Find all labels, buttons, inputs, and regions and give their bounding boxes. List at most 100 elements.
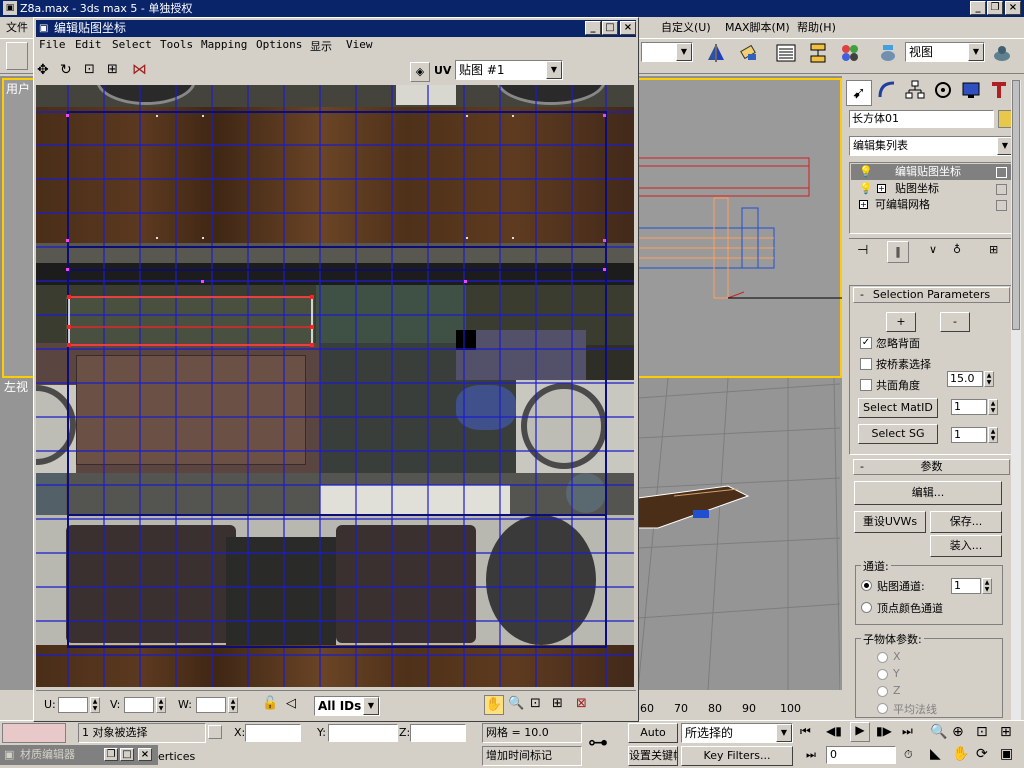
orbit-icon[interactable]: ⟳ [976, 746, 988, 762]
select-matid-button[interactable]: Select MatID [858, 398, 938, 418]
go-to-end-icon[interactable]: ⏭ [902, 724, 913, 739]
uv-menu-file[interactable]: File [39, 38, 66, 51]
zoom-extents-icon[interactable]: ⊞ [552, 696, 563, 711]
track-view-icon[interactable] [774, 42, 798, 66]
maximize-icon[interactable]: □ [602, 21, 618, 35]
spinner-arrows-icon[interactable]: ▲ ▼ [982, 578, 992, 594]
view-combo[interactable]: 视图 ▼ [905, 42, 985, 62]
remove-modifier-icon[interactable]: ♁ [953, 243, 961, 256]
axis-z-radio[interactable] [877, 686, 888, 697]
add-time-tag[interactable]: 增加时间标记 [482, 746, 582, 766]
expand-icon[interactable]: + [877, 184, 886, 193]
object-name-field[interactable]: 长方体01 [849, 110, 994, 128]
y-coord-field[interactable] [328, 724, 398, 742]
scale-icon[interactable]: ⊡ [84, 62, 95, 77]
uv-menu-mapping[interactable]: Mapping [201, 38, 247, 51]
timeline-ruler[interactable]: 60 70 80 90 100 [640, 690, 842, 718]
axis-y-radio[interactable] [877, 669, 888, 680]
render-scene-icon[interactable] [876, 42, 900, 66]
uv-menu-edit[interactable]: Edit [75, 38, 102, 51]
select-element-checkbox[interactable] [860, 358, 872, 370]
ignore-backface-checkbox[interactable]: ✓ [860, 337, 872, 349]
expand-icon[interactable]: + [859, 200, 868, 209]
toolbar-combo[interactable]: ▼ [641, 42, 693, 62]
move-icon[interactable]: ✥ [37, 62, 49, 78]
modifier-list-combo[interactable]: 编辑集列表 ▼ [849, 136, 1014, 156]
map-combo[interactable]: 贴图 #1 ▼ [455, 60, 563, 80]
create-tab-icon[interactable]: ➹ [846, 80, 872, 106]
utilities-tab-icon[interactable] [986, 80, 1012, 106]
vertex-color-radio[interactable] [861, 602, 872, 613]
key-filters-button[interactable]: Key Filters... [681, 746, 793, 766]
save-button[interactable]: 保存... [930, 511, 1002, 533]
uv-menu-options[interactable]: Options [256, 38, 302, 51]
viewport-label-user[interactable]: 用户 [6, 80, 30, 97]
minimize-icon[interactable]: _ [970, 1, 986, 15]
map-channel-spinner[interactable]: 1 [951, 578, 981, 594]
spinner-arrows-icon[interactable]: ▲ ▼ [988, 427, 998, 443]
prev-frame-icon[interactable]: ◀▮ [826, 724, 842, 738]
maxscript-listener[interactable] [2, 723, 66, 743]
minimize-icon[interactable]: _ [585, 21, 601, 35]
menu-file[interactable]: 文件 [6, 18, 28, 37]
fov-icon[interactable]: ◣ [930, 746, 941, 762]
schematic-view-icon[interactable] [806, 42, 830, 66]
grow-selection-button[interactable]: + [886, 312, 916, 332]
freeform-icon[interactable]: ⊞ [107, 62, 118, 77]
show-end-result-icon[interactable]: ‖ [887, 241, 909, 263]
spinner-arrows-icon[interactable]: ▲ ▼ [228, 697, 238, 713]
key-mode-icon[interactable]: ⊶ [588, 730, 608, 754]
restore-icon[interactable]: ❐ [987, 1, 1003, 15]
play-icon[interactable]: ▶ [850, 722, 870, 742]
maximize-icon[interactable]: □ [120, 748, 134, 761]
zoom-icon[interactable]: 🔍 [508, 696, 524, 711]
stack-item-toggle[interactable] [996, 200, 1007, 211]
configure-modifiers-icon[interactable]: ⊞ [989, 243, 998, 256]
load-button[interactable]: 装入... [930, 535, 1002, 557]
uv-editor-title-bar[interactable]: ▣ 编辑贴图坐标 _ □ × [36, 20, 636, 37]
w-spinner[interactable] [196, 697, 226, 713]
map-channel-radio[interactable] [861, 580, 872, 591]
zoom-region-icon[interactable]: ⊡ [530, 696, 541, 711]
close-icon[interactable]: × [620, 21, 636, 35]
maximize-viewport-icon[interactable]: ▣ [1000, 746, 1013, 762]
make-unique-icon[interactable]: ∨ [929, 243, 937, 256]
lock-selection-icon[interactable] [208, 725, 222, 739]
shrink-selection-button[interactable]: - [940, 312, 970, 332]
modify-tab-icon[interactable] [874, 80, 900, 106]
u-spinner[interactable] [58, 697, 88, 713]
pan-icon[interactable]: ✋ [952, 746, 969, 762]
next-frame-icon[interactable]: ▮▶ [876, 724, 892, 738]
align-normal-radio[interactable] [877, 703, 888, 714]
v-spinner[interactable] [124, 697, 154, 713]
zoom-extents-all-icon[interactable]: ⊞ [1000, 724, 1012, 740]
pan-icon[interactable]: ✋ [484, 695, 504, 715]
motion-tab-icon[interactable] [930, 80, 956, 106]
spinner-arrows-icon[interactable]: ▲ ▼ [90, 697, 100, 713]
sg-spinner[interactable]: 1 [951, 427, 987, 443]
hierarchy-tab-icon[interactable] [902, 80, 928, 106]
uv-menu-display[interactable]: 显示 [310, 38, 332, 54]
key-mode-toggle-icon[interactable]: ⏭ [806, 748, 816, 762]
uv-menu-select[interactable]: Select [112, 38, 152, 51]
stack-item-toggle[interactable] [996, 184, 1007, 195]
stack-item-unwrap[interactable]: 💡 编辑贴图坐标 [851, 164, 1012, 180]
spinner-arrows-icon[interactable]: ▲ ▼ [156, 697, 166, 713]
uv-menu-view[interactable]: View [346, 38, 373, 51]
zoom-extents-icon[interactable]: ⊡ [976, 724, 988, 740]
uv-canvas[interactable] [36, 85, 634, 687]
close-icon[interactable]: × [138, 748, 152, 761]
selected-uv-face[interactable] [66, 293, 316, 353]
filter-selected-icon[interactable]: ◁ [286, 696, 296, 711]
rotate-icon[interactable]: ↻ [60, 62, 72, 78]
command-panel-scrollbar[interactable] [1011, 80, 1021, 720]
snap-icon[interactable]: ⊠ [576, 696, 587, 711]
axis-x-radio[interactable] [877, 652, 888, 663]
x-coord-field[interactable] [245, 724, 301, 742]
key-selection-combo[interactable]: 所选择的 ▼ [681, 723, 793, 743]
set-key-button[interactable]: 设置关键帧 [628, 746, 678, 766]
stack-item-uvw-map[interactable]: 💡 + 贴图坐标 [851, 181, 1012, 197]
selection-params-header[interactable]: - Selection Parameters [853, 287, 1010, 303]
menu-customize[interactable]: 自定义(U) [661, 18, 711, 37]
matid-spinner[interactable]: 1 [951, 399, 987, 415]
